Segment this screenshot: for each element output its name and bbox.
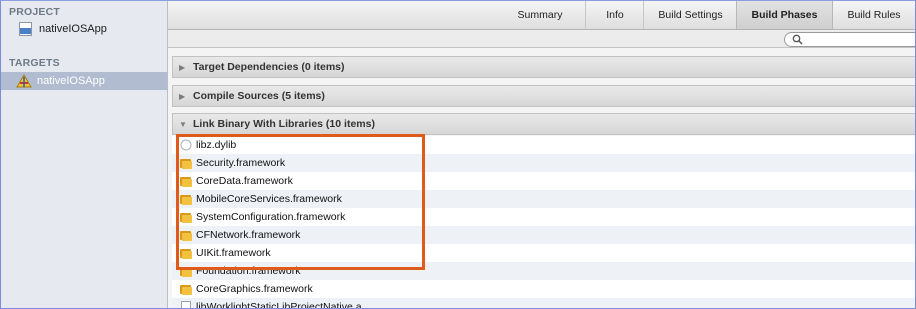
static-lib-file-icon <box>181 300 191 308</box>
library-name: CoreGraphics.framework <box>196 283 313 295</box>
library-row[interactable]: Foundation.framework <box>172 262 915 280</box>
library-row[interactable]: CoreData.framework <box>172 172 915 190</box>
library-name: Foundation.framework <box>196 265 301 277</box>
phase-title: Compile Sources (5 items) <box>193 90 325 102</box>
library-row[interactable]: libWorklightStaticLibProjectNative.a <box>172 298 915 309</box>
xcode-project-icon <box>18 22 34 36</box>
disclosure-triangle-expanded-icon[interactable]: ▼ <box>179 120 193 129</box>
tab-info[interactable]: Info <box>585 1 644 29</box>
framework-folder-icon <box>180 266 192 277</box>
phase-title: Link Binary With Libraries (10 items) <box>193 118 375 130</box>
project-navigator-sidebar: PROJECT nativeIOSApp TARGETS nativeIOSAp… <box>1 1 168 308</box>
app-target-icon <box>16 74 32 88</box>
library-name: libWorklightStaticLibProjectNative.a <box>196 301 362 309</box>
project-name: nativeIOSApp <box>39 23 107 35</box>
tab-build-rules[interactable]: Build Rules <box>832 1 915 29</box>
targets-section-header: TARGETS <box>9 57 60 69</box>
framework-folder-icon <box>180 248 192 259</box>
search-icon <box>792 34 803 45</box>
phase-compile-sources[interactable]: ▶ Compile Sources (5 items) <box>172 85 915 107</box>
editor-tab-bar: Summary Info Build Settings Build Phases… <box>168 1 915 30</box>
target-name: nativeIOSApp <box>37 75 105 87</box>
library-name: Security.framework <box>196 157 286 169</box>
disclosure-triangle-collapsed-icon[interactable]: ▶ <box>179 63 193 72</box>
project-section-header: PROJECT <box>9 6 60 18</box>
xcode-project-editor: PROJECT nativeIOSApp TARGETS nativeIOSAp… <box>0 0 916 309</box>
sidebar-item-project[interactable]: nativeIOSApp <box>1 20 167 38</box>
tab-build-phases[interactable]: Build Phases <box>736 1 833 29</box>
library-row[interactable]: SystemConfiguration.framework <box>172 208 915 226</box>
library-name: SystemConfiguration.framework <box>196 211 346 223</box>
library-row[interactable]: CoreGraphics.framework <box>172 280 915 298</box>
library-row[interactable]: CFNetwork.framework <box>172 226 915 244</box>
phase-title: Target Dependencies (0 items) <box>193 61 345 73</box>
library-row[interactable]: MobileCoreServices.framework <box>172 190 915 208</box>
library-name: MobileCoreServices.framework <box>196 193 342 205</box>
sidebar-item-target[interactable]: nativeIOSApp <box>1 72 167 90</box>
build-phases-content: ▶ Target Dependencies (0 items) ▶ Compil… <box>168 48 915 309</box>
library-row[interactable]: libz.dylib <box>172 136 915 154</box>
tab-summary[interactable]: Summary <box>495 1 585 29</box>
linked-libraries-list: libz.dylib Security.framework CoreData.f… <box>172 136 915 309</box>
tab-build-settings[interactable]: Build Settings <box>643 1 737 29</box>
framework-folder-icon <box>180 176 192 187</box>
library-name: CFNetwork.framework <box>196 229 301 241</box>
framework-folder-icon <box>180 158 192 169</box>
library-name: UIKit.framework <box>196 247 271 259</box>
framework-folder-icon <box>180 230 192 241</box>
library-row[interactable]: UIKit.framework <box>172 244 915 262</box>
filter-bar <box>168 30 915 48</box>
library-name: libz.dylib <box>196 139 237 151</box>
search-field[interactable] <box>784 32 915 47</box>
framework-folder-icon <box>180 212 192 223</box>
phase-link-binary[interactable]: ▼ Link Binary With Libraries (10 items) <box>172 113 915 135</box>
library-name: CoreData.framework <box>196 175 293 187</box>
disclosure-triangle-collapsed-icon[interactable]: ▶ <box>179 92 193 101</box>
dylib-icon <box>180 139 192 151</box>
phase-target-dependencies[interactable]: ▶ Target Dependencies (0 items) <box>172 56 915 78</box>
framework-folder-icon <box>180 284 192 295</box>
framework-folder-icon <box>180 194 192 205</box>
library-row[interactable]: Security.framework <box>172 154 915 172</box>
